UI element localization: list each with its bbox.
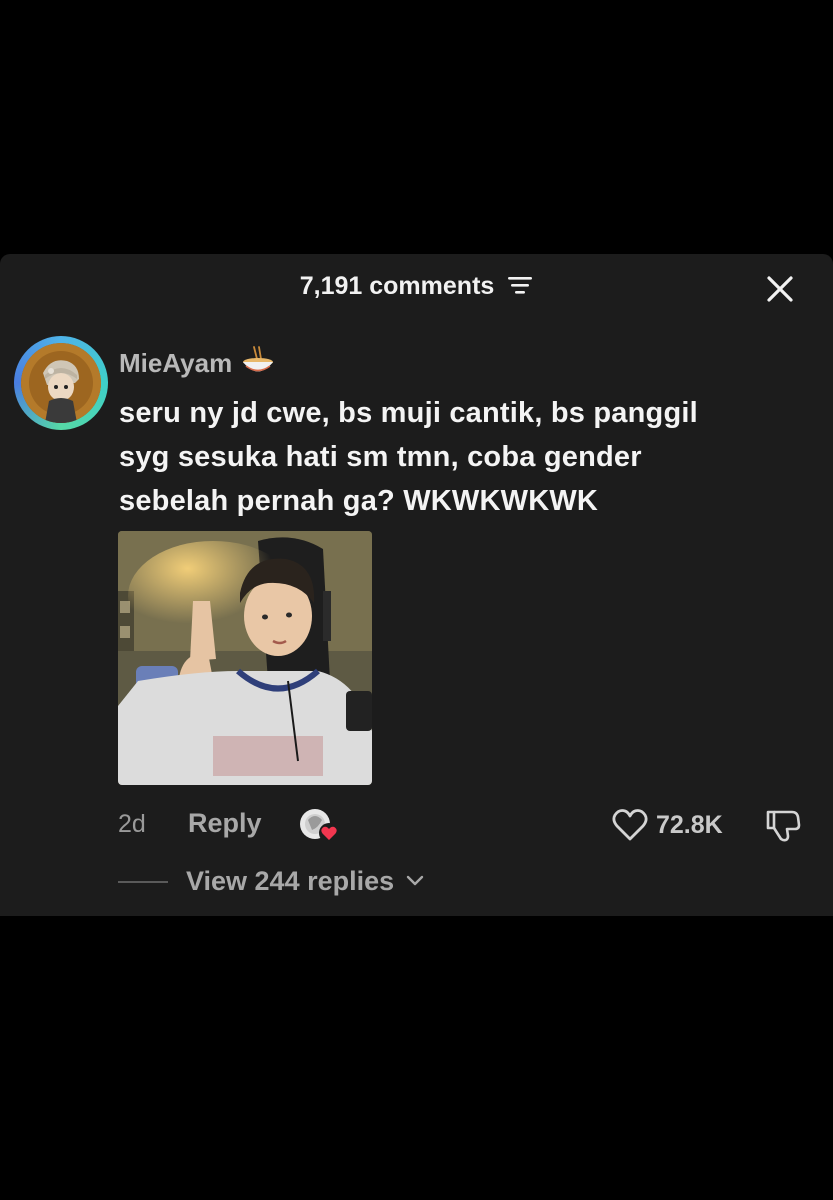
chevron-down-icon [406,875,423,886]
view-replies-button[interactable]: View 244 replies [186,866,424,897]
comments-sheet: 7,191 comments MieAyam seru ny jd cwe, b… [0,254,833,916]
comments-count-button[interactable]: 7,191 comments [0,272,833,301]
view-replies-row: View 244 replies [0,860,833,900]
view-replies-label: View 244 replies [186,866,395,896]
filter-lines-icon[interactable] [507,274,533,296]
waving-person-photo [118,531,372,785]
comment-line: sebelah pernah ga? WKWKWKWK [119,485,599,517]
avatar[interactable] [14,336,108,430]
comment-line: seru ny jd cwe, bs muji cantik, bs pangg… [119,397,698,429]
noodle-bowl-icon [243,346,274,372]
comment-body: seru ny jd cwe, bs muji cantik, bs pangg… [119,391,809,523]
comments-count-label: 7,191 comments [299,272,495,300]
close-x-icon[interactable] [763,272,797,306]
comment-attached-image[interactable] [118,531,372,785]
username-label: MieAyam [119,348,233,378]
avatar-character-icon [21,343,101,423]
comment-actions: 2d Reply 72.8K [0,804,833,844]
creator-liked-badge-icon [300,809,339,843]
thumbs-down-icon[interactable] [764,806,802,844]
comment-line: syg sesuka hati sm tmn, coba gender [119,441,642,473]
screen: 7,191 comments MieAyam seru ny jd cwe, b… [0,0,833,1200]
comment-username[interactable]: MieAyam [119,346,275,379]
avatar-image [21,343,101,423]
reply-button[interactable]: Reply [188,808,262,839]
like-button[interactable]: 72.8K [612,806,723,844]
like-count: 72.8K [656,810,723,839]
replies-divider [118,881,168,883]
comments-header: 7,191 comments [0,254,833,324]
comment-time-ago: 2d [118,810,146,838]
heart-outline-icon [612,809,648,841]
